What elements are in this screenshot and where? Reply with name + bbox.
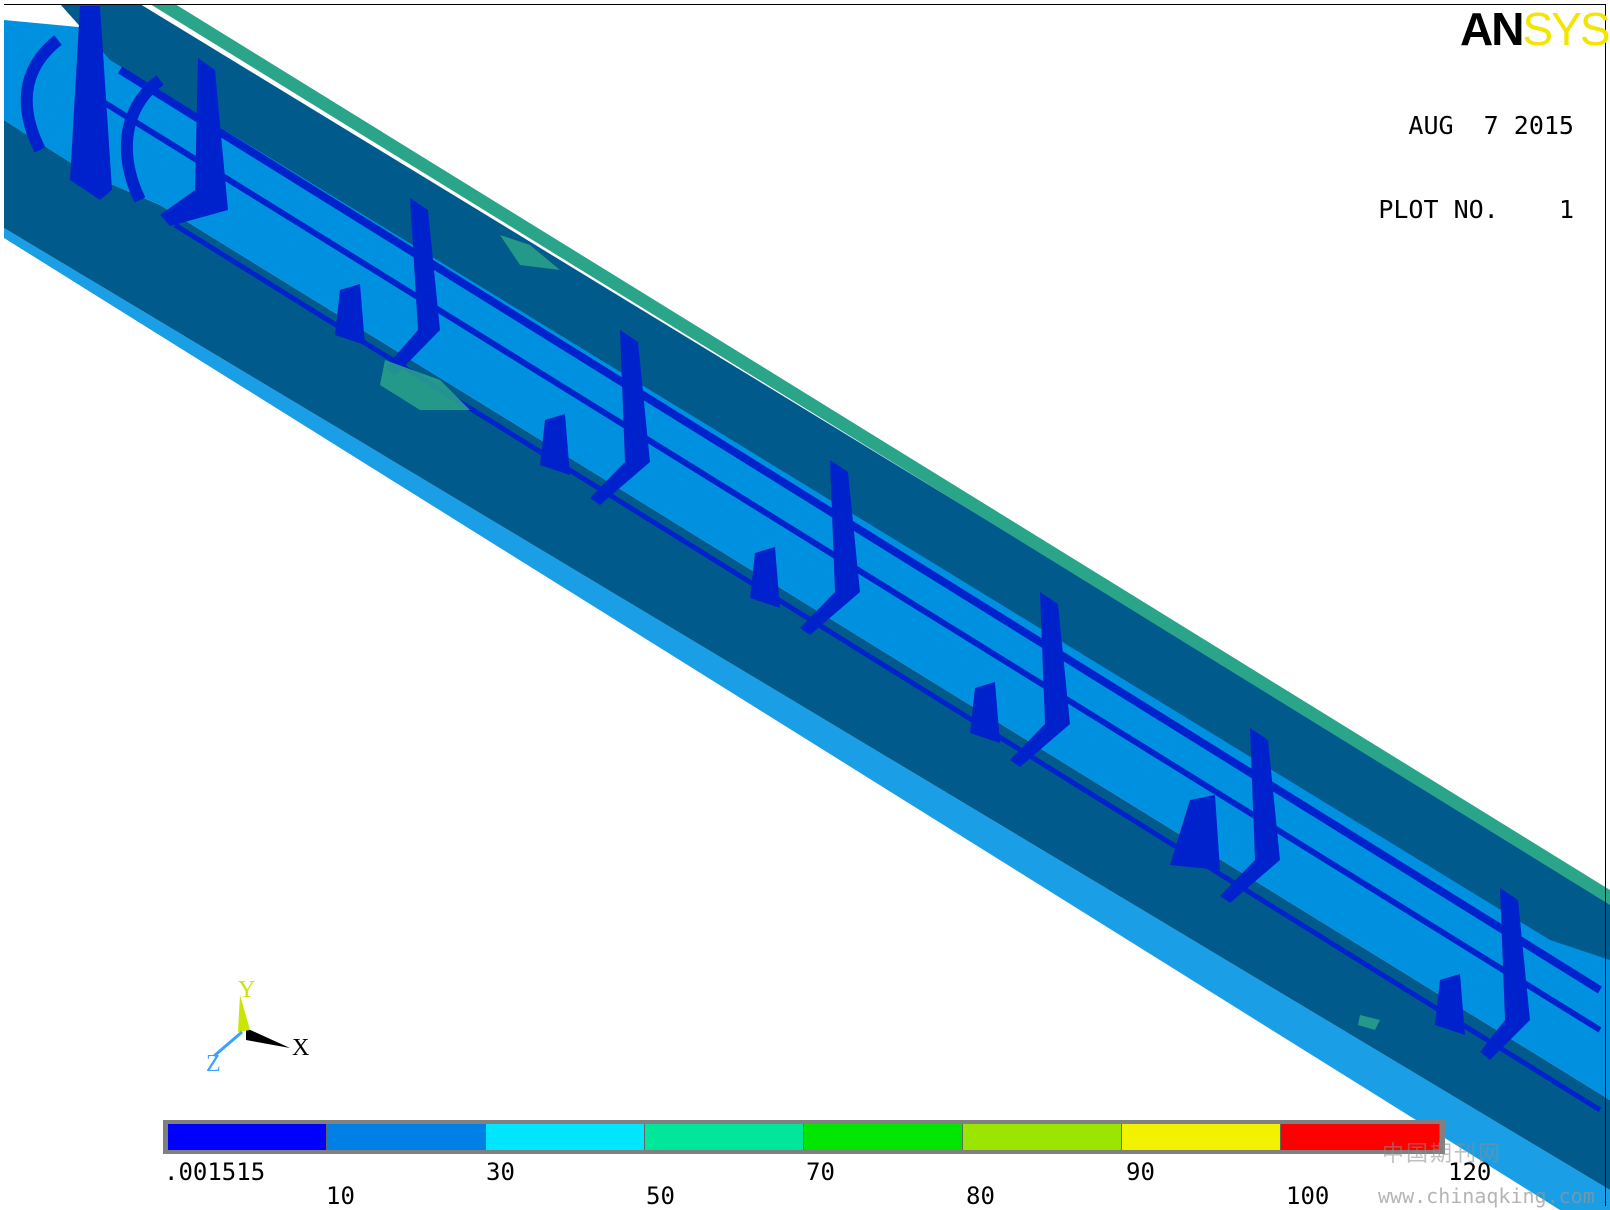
legend-label-5: 80 [966,1182,995,1210]
legend-swatch-0 [168,1124,327,1150]
ansys-graphics-window: ANSYS AUG 7 2015 PLOT NO. 1 Y X Z .00151… [0,0,1610,1210]
legend-swatch-6 [1122,1124,1281,1150]
triad-x-axis [246,1028,290,1048]
triad-x-label: X [292,1035,310,1061]
triad-z-label: Z [206,1051,221,1077]
plot-number: PLOT NO. 1 [1378,195,1574,224]
finite-element-model-view [4,4,1610,1210]
legend-swatch-3 [645,1124,804,1150]
box-interior-floor [4,20,1610,1100]
contour-legend-bar [163,1120,1445,1154]
triad-y-label: Y [238,977,256,1003]
legend-swatch-4 [804,1124,963,1150]
plot-info: AUG 7 2015 PLOT NO. 1 [1378,56,1574,280]
flange-bottom-edge [4,228,1610,1210]
legend-label-4: 70 [806,1158,835,1186]
watermark-chinese: 中国期刊网 [1382,1142,1503,1167]
legend-label-2: 30 [486,1158,515,1186]
legend-label-6: 90 [1126,1158,1155,1186]
legend-swatch-5 [963,1124,1122,1150]
legend-swatch-1 [327,1124,486,1150]
legend-swatch-2 [486,1124,645,1150]
legend-label-1: 10 [326,1182,355,1210]
watermark-url: www.chinaqking.com [1378,1184,1595,1208]
logo-part-an: AN [1460,3,1524,55]
logo-part-sys: SYS [1522,3,1610,55]
legend-label-3: 50 [646,1182,675,1210]
plot-date: AUG 7 2015 [1408,111,1574,140]
ansys-logo: ANSYS [1460,3,1610,55]
longitudinal-stiffener-bottom [173,222,1602,1113]
legend-label-7: 100 [1286,1182,1330,1210]
legend-label-0: .001515 [164,1158,266,1186]
coordinate-triad [213,995,290,1058]
